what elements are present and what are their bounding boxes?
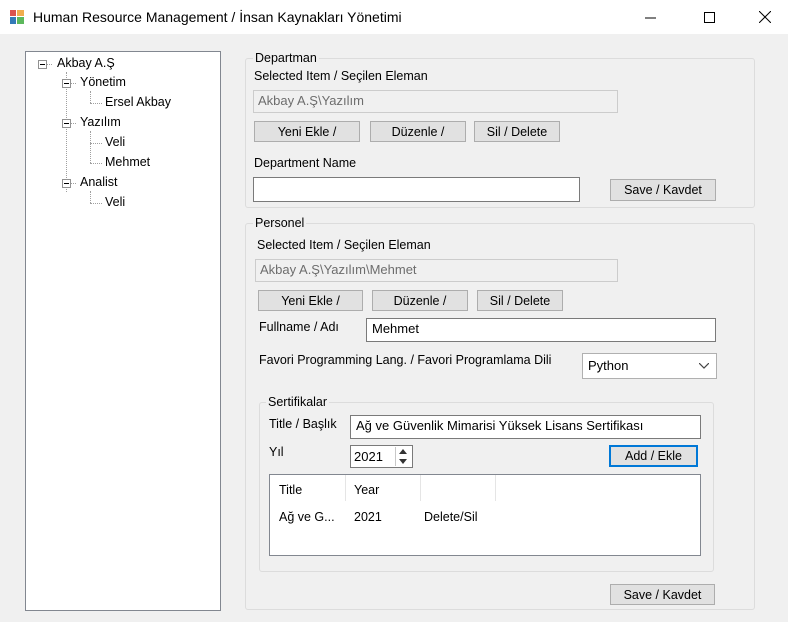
personel-edit-button[interactable]: Düzenle / (372, 290, 468, 311)
personel-selected-field[interactable]: Akbay A.Ş\Yazılım\Mehmet (255, 259, 618, 282)
title-bar: Human Resource Management / İnsan Kaynak… (0, 0, 788, 34)
departman-selected-field[interactable]: Akbay A.Ş\Yazılım (253, 90, 618, 113)
column-header-title[interactable]: Title (279, 483, 302, 497)
caret-up-icon[interactable] (399, 449, 407, 454)
tree-node-mehmet[interactable]: Mehmet (105, 155, 150, 169)
column-header-year[interactable]: Year (354, 483, 379, 497)
year-stepper[interactable]: 2021 (350, 445, 413, 468)
close-button[interactable] (742, 0, 788, 34)
row-delete-link[interactable]: Delete/Sil (424, 510, 478, 524)
maximize-icon (703, 11, 715, 23)
row-title-cell: Ağ ve G... (279, 510, 335, 524)
personel-selected-label: Selected Item / Seçilen Eleman (257, 238, 431, 252)
close-icon (759, 11, 771, 23)
tree-node-analist[interactable]: Analist (80, 175, 118, 189)
department-name-field[interactable] (253, 177, 580, 202)
collapse-icon[interactable] (62, 179, 71, 188)
sertifikalar-legend: Sertifikalar (266, 395, 330, 409)
tree-node-veli[interactable]: Veli (105, 135, 125, 149)
tree-node-root[interactable]: Akbay A.Ş (57, 56, 115, 70)
tree-node-yonetim[interactable]: Yönetim (80, 75, 126, 89)
cert-title-field[interactable]: Ağ ve Güvenlik Mimarisi Yüksek Lisans Se… (350, 415, 701, 439)
fullname-field[interactable]: Mehmet (366, 318, 716, 342)
departman-edit-button[interactable]: Düzenle / (370, 121, 466, 142)
minimize-button[interactable] (627, 0, 673, 34)
year-stepper-buttons[interactable] (395, 447, 411, 466)
table-row[interactable]: Ağ ve G... 2021 Delete/Sil (270, 507, 700, 527)
caret-down-icon[interactable] (399, 459, 407, 464)
minimize-icon (644, 17, 656, 18)
window-title: Human Resource Management / İnsan Kaynak… (33, 9, 402, 25)
chevron-down-icon (699, 363, 709, 369)
maximize-button[interactable] (686, 0, 732, 34)
tree-node-yazilim[interactable]: Yazılım (80, 115, 121, 129)
departman-legend: Departman (253, 51, 319, 65)
department-tree[interactable]: Akbay A.Ş Yönetim Ersel Akbay Yazılım Ve… (25, 51, 221, 611)
tree-node-veli-analist[interactable]: Veli (105, 195, 125, 209)
departman-selected-label: Selected Item / Seçilen Eleman (254, 69, 428, 83)
collapse-icon[interactable] (62, 119, 71, 128)
departman-save-button[interactable]: Save / Kavdet (610, 179, 716, 201)
collapse-icon[interactable] (38, 60, 47, 69)
departman-add-button[interactable]: Yeni Ekle / (254, 121, 360, 142)
app-icon (10, 10, 24, 24)
collapse-icon[interactable] (62, 79, 71, 88)
lang-select-value: Python (588, 358, 629, 373)
personel-save-button[interactable]: Save / Kavdet (610, 584, 715, 605)
row-year-cell: 2021 (354, 510, 382, 524)
cert-title-label: Title / Başlık (269, 417, 337, 431)
certificates-list[interactable]: Title Year Ağ ve G... 2021 Delete/Sil (269, 474, 701, 556)
year-stepper-value: 2021 (354, 449, 383, 464)
personel-legend: Personel (253, 216, 307, 230)
personel-add-button[interactable]: Yeni Ekle / (258, 290, 363, 311)
year-label: Yıl (269, 445, 284, 459)
cert-add-button[interactable]: Add / Ekle (609, 445, 698, 467)
departman-delete-button[interactable]: Sil / Delete (474, 121, 560, 142)
tree-node-ersel-akbay[interactable]: Ersel Akbay (105, 95, 171, 109)
fullname-label: Fullname / Adı (259, 320, 339, 334)
department-name-label: Department Name (254, 156, 357, 170)
lang-label: Favori Programming Lang. / Favori Progra… (259, 353, 552, 367)
personel-delete-button[interactable]: Sil / Delete (477, 290, 563, 311)
lang-select[interactable]: Python (582, 353, 717, 379)
